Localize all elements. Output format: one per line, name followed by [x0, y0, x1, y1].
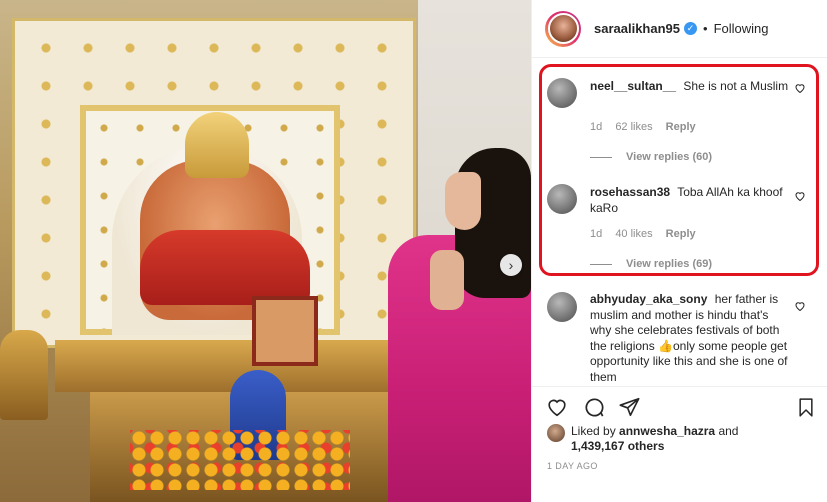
comment-likes[interactable]: 40 likes — [615, 228, 652, 240]
comment-username[interactable]: neel__sultan__ — [590, 79, 676, 93]
comment-icon[interactable] — [582, 395, 606, 419]
liker-username[interactable]: annwesha_hazra — [619, 424, 715, 438]
flower-garlands — [130, 430, 350, 490]
post-date[interactable]: 1 DAY AGO — [547, 461, 598, 471]
comment-text: rosehassan38 Toba AllAh ka khoof kaRo — [590, 184, 790, 216]
picture-frame — [252, 296, 318, 366]
comment-meta: 1d 62 likes Reply — [590, 121, 706, 133]
comment-text: abhyuday_aka_sony her father is muslim a… — [590, 292, 790, 385]
verified-badge-icon: ✓ — [684, 22, 698, 35]
avatar[interactable] — [547, 184, 577, 214]
divider — [590, 156, 612, 158]
comments-list[interactable]: neel__sultan__ She is not a Muslim 1d 62… — [532, 58, 827, 386]
following-button[interactable]: Following — [714, 21, 769, 36]
comment-username[interactable]: abhyuday_aka_sony — [590, 292, 707, 306]
brass-lamp — [0, 330, 48, 420]
likes-connector: and — [718, 424, 739, 438]
avatar[interactable] — [547, 78, 577, 108]
separator-dot: • — [703, 21, 708, 36]
idol-crown — [185, 112, 249, 178]
folded-hands — [430, 250, 464, 310]
heart-icon[interactable] — [794, 190, 806, 205]
comment-text: neel__sultan__ She is not a Muslim — [590, 78, 790, 94]
comment-likes[interactable]: 62 likes — [615, 121, 652, 133]
reply-button[interactable]: Reply — [666, 121, 696, 133]
view-replies-button[interactable]: View replies (69) — [590, 258, 712, 270]
post-username[interactable]: saraalikhan95 — [594, 21, 680, 36]
likes-summary: Liked by annwesha_hazra and 1,439,167 ot… — [547, 422, 817, 458]
likes-count[interactable]: 1,439,167 others — [571, 439, 664, 453]
post-sidebar: saraalikhan95 ✓ • Following neel__sultan… — [531, 0, 827, 502]
idol-robe — [140, 230, 310, 305]
view-replies-label: View replies (69) — [626, 258, 713, 270]
avatar[interactable] — [547, 13, 579, 44]
story-ring[interactable] — [545, 10, 581, 47]
comment-item: neel__sultan__ She is not a Muslim 1d 62… — [532, 72, 827, 167]
heart-icon[interactable] — [545, 395, 569, 419]
bookmark-icon[interactable] — [794, 395, 818, 419]
action-bar — [532, 386, 827, 422]
heart-icon[interactable] — [794, 300, 806, 315]
avatar[interactable] — [547, 292, 577, 322]
avatar[interactable] — [547, 424, 565, 442]
post-photo[interactable]: › — [0, 0, 531, 502]
post-header: saraalikhan95 ✓ • Following — [532, 0, 827, 58]
heart-icon[interactable] — [794, 82, 806, 97]
altar-table — [55, 340, 405, 392]
share-icon[interactable] — [617, 395, 641, 419]
comment-age: 1d — [590, 228, 603, 240]
comment-body: She is not a Muslim — [683, 79, 789, 93]
comment-item: abhyuday_aka_sony her father is muslim a… — [532, 292, 827, 386]
comment-meta: 1d 40 likes Reply — [590, 228, 706, 240]
likes-text: Liked by annwesha_hazra and 1,439,167 ot… — [571, 424, 811, 454]
view-replies-label: View replies (60) — [626, 151, 713, 163]
view-replies-button[interactable]: View replies (60) — [590, 151, 712, 163]
likes-prefix: Liked by — [571, 424, 616, 438]
chevron-right-icon[interactable]: › — [500, 254, 522, 276]
divider — [590, 263, 612, 265]
comment-item: rosehassan38 Toba AllAh ka khoof kaRo 1d… — [532, 180, 827, 275]
comment-username[interactable]: rosehassan38 — [590, 185, 670, 199]
woman-face — [445, 172, 481, 230]
reply-button[interactable]: Reply — [666, 228, 696, 240]
comment-age: 1d — [590, 121, 603, 133]
